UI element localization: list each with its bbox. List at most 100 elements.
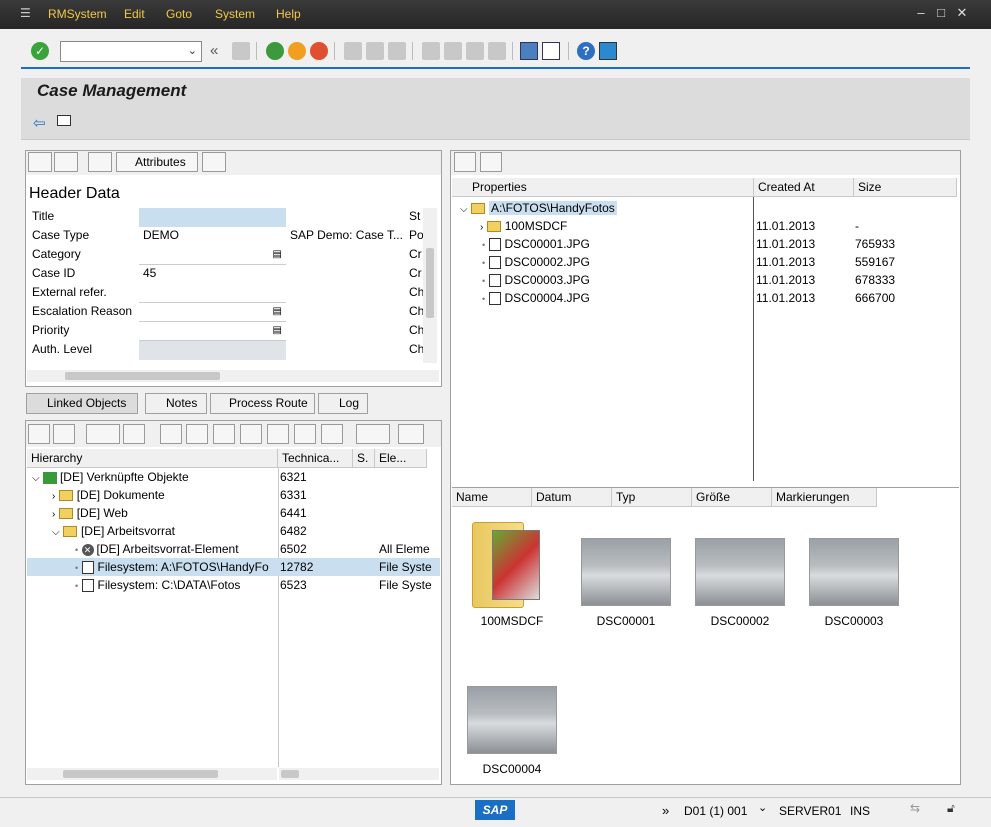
chevron-down-icon[interactable]: ⌵ — [460, 204, 468, 215]
find-icon[interactable] — [366, 42, 384, 60]
menu-goto[interactable]: Goto — [166, 7, 192, 21]
photo-thumbnail[interactable] — [467, 686, 557, 754]
maximize-icon[interactable]: □ — [934, 6, 948, 20]
horizontal-scrollbar[interactable] — [27, 768, 277, 780]
photo-thumbnail[interactable] — [581, 538, 671, 606]
delete-button[interactable] — [267, 424, 289, 444]
save-button[interactable] — [54, 152, 78, 172]
menu-help[interactable]: Help — [276, 7, 301, 21]
new-document-button[interactable] — [160, 424, 182, 444]
horizontal-scrollbar[interactable] — [27, 370, 439, 382]
category-input[interactable]: ▤ — [139, 246, 286, 265]
chevron-right-icon[interactable]: › — [52, 491, 55, 502]
edit-toggle-button[interactable] — [28, 152, 52, 172]
table-row[interactable]: ⌵ [DE] Verknüpfte Objekte — [32, 468, 189, 486]
column-header-datum[interactable]: Datum — [532, 488, 612, 507]
column-header-name[interactable]: Name — [452, 488, 532, 507]
customize-layout-icon[interactable] — [599, 42, 617, 60]
shortcut-icon[interactable] — [542, 42, 560, 60]
list-icon[interactable] — [57, 115, 71, 126]
column-header-hierarchy[interactable]: Hierarchy — [27, 449, 278, 468]
print-button[interactable] — [88, 152, 112, 172]
expand-status-icon[interactable]: » — [662, 803, 669, 818]
cut-button[interactable] — [213, 424, 235, 444]
last-page-icon[interactable] — [488, 42, 506, 60]
copy-button[interactable] — [186, 424, 208, 444]
external-reference-input[interactable] — [139, 284, 286, 303]
escalation-reason-input[interactable]: ▤ — [139, 303, 286, 322]
scroll-thumb[interactable] — [65, 372, 220, 380]
back-arrow-icon[interactable]: ⇦ — [33, 114, 46, 132]
tab-notes[interactable]: Notes — [145, 393, 207, 414]
chevron-right-icon[interactable]: › — [480, 222, 483, 233]
delete-button[interactable] — [202, 152, 226, 172]
vertical-scrollbar[interactable] — [423, 208, 437, 363]
chevron-down-icon[interactable]: ⌵ — [52, 527, 60, 538]
column-header-element[interactable]: Ele... — [375, 449, 427, 468]
help-icon[interactable]: ? — [577, 42, 595, 60]
column-header-properties[interactable]: Properties — [452, 178, 754, 197]
table-row[interactable]: • DSC00002.JPG — [482, 253, 590, 271]
column-header-markierungen[interactable]: Markierungen — [772, 488, 877, 507]
photo-thumbnail[interactable] — [695, 538, 785, 606]
chevron-down-icon[interactable]: ⌵ — [32, 473, 40, 484]
table-row[interactable]: • ✕ [DE] Arbeitsvorrat-Element — [75, 540, 239, 558]
column-header-created-at[interactable]: Created At — [754, 178, 854, 197]
table-row[interactable]: › [DE] Web — [52, 504, 128, 522]
find-next-icon[interactable] — [388, 42, 406, 60]
tree-view-button[interactable] — [480, 152, 502, 172]
table-row[interactable]: • Filesystem: A:\FOTOS\HandyFo — [75, 558, 278, 576]
table-row[interactable]: › [DE] Dokumente — [52, 486, 165, 504]
back-icon[interactable] — [266, 42, 284, 60]
photo-thumbnail[interactable] — [809, 538, 899, 606]
value-help-icon[interactable]: ▤ — [273, 325, 282, 336]
table-row[interactable]: › 100MSDCF — [480, 217, 567, 235]
more-menu-button[interactable] — [398, 424, 424, 444]
tab-log[interactable]: Log — [318, 393, 368, 414]
print-icon[interactable] — [344, 42, 362, 60]
lock-icon[interactable]: 🔓︎ — [947, 801, 955, 816]
tree-action-button[interactable] — [294, 424, 316, 444]
column-header-size[interactable]: Size — [854, 178, 957, 197]
refresh-button[interactable] — [454, 152, 476, 172]
table-row[interactable]: ⌵ [DE] Arbeitsvorrat — [52, 522, 175, 540]
menu-icon[interactable]: ☰ — [20, 6, 31, 20]
close-icon[interactable]: ✕ — [955, 6, 969, 20]
priority-input[interactable]: ▤ — [139, 322, 286, 341]
value-help-icon[interactable]: ▤ — [273, 249, 282, 260]
tree-action-button[interactable] — [53, 424, 75, 444]
column-header-typ[interactable]: Typ — [612, 488, 692, 507]
menu-edit[interactable]: Edit — [124, 7, 145, 21]
new-session-icon[interactable] — [520, 42, 538, 60]
folder-menu-button[interactable] — [356, 424, 390, 444]
scroll-thumb[interactable] — [63, 770, 218, 778]
paste-button[interactable] — [240, 424, 262, 444]
menu-rmsystem[interactable]: RMSystem — [48, 7, 107, 21]
menu-system[interactable]: System — [215, 7, 255, 21]
enter-icon[interactable]: ✓ — [31, 42, 49, 60]
title-input[interactable] — [139, 208, 286, 227]
minimize-icon[interactable]: – — [914, 6, 928, 20]
folder-item[interactable] — [472, 514, 540, 608]
column-header-groesse[interactable]: Größe — [692, 488, 772, 507]
auth-level-input[interactable] — [139, 341, 286, 360]
cancel-icon[interactable] — [310, 42, 328, 60]
value-help-icon[interactable]: ▤ — [273, 306, 282, 317]
chevron-down-icon[interactable]: ⌄ — [758, 801, 767, 814]
first-page-icon[interactable] — [422, 42, 440, 60]
table-row[interactable]: • Filesystem: C:\DATA\Fotos — [75, 576, 240, 594]
exit-icon[interactable] — [288, 42, 306, 60]
next-page-icon[interactable] — [466, 42, 484, 60]
chevron-right-icon[interactable]: › — [52, 509, 55, 520]
tree-action-button[interactable] — [123, 424, 145, 444]
scroll-thumb[interactable] — [281, 770, 299, 778]
table-row[interactable]: • DSC00001.JPG — [482, 235, 590, 253]
settings-menu-button[interactable] — [86, 424, 120, 444]
attributes-button[interactable]: Attributes — [116, 152, 198, 172]
tree-action-button[interactable] — [321, 424, 343, 444]
previous-page-icon[interactable] — [444, 42, 462, 60]
chevron-down-icon[interactable]: ⌄ — [188, 44, 197, 57]
table-row[interactable]: ⌵ A:\FOTOS\HandyFotos — [460, 199, 617, 217]
column-header-technical[interactable]: Technica... — [278, 449, 353, 468]
command-field[interactable]: ⌄ — [60, 41, 202, 62]
